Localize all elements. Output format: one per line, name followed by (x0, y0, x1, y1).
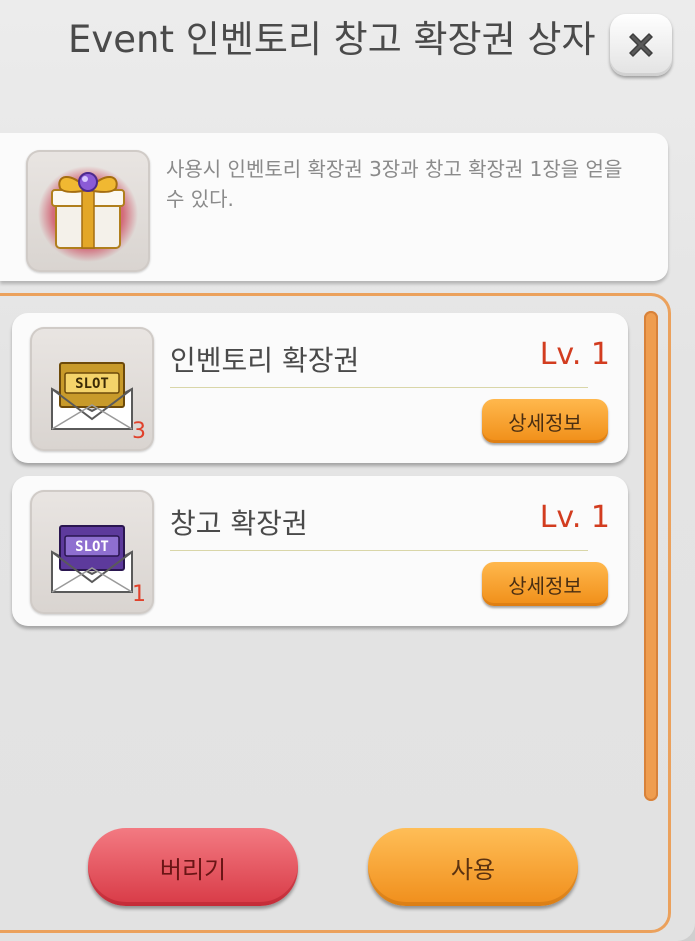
reward-level: Lv. 1 (539, 337, 610, 372)
dialog-title: Event 인벤토리 창고 확장권 상자 (68, 18, 596, 61)
reward-level: Lv. 1 (539, 500, 610, 535)
gift-box-icon (38, 166, 138, 262)
reward-card: SLOT 1 창고 확장권 Lv. 1 상세정보 (12, 476, 628, 626)
list-scrollbar[interactable] (644, 311, 658, 801)
close-x-icon (629, 33, 653, 57)
detail-info-button[interactable]: 상세정보 (482, 399, 608, 443)
divider (170, 550, 588, 551)
detail-info-button[interactable]: 상세정보 (482, 562, 608, 606)
use-button[interactable]: 사용 (368, 828, 578, 906)
reward-count: 3 (132, 419, 146, 444)
reward-name: 창고 확장권 (170, 507, 308, 540)
item-use-dialog: Event 인벤토리 창고 확장권 상자 사용시 인벤토리 확장권 3장과 창고… (0, 0, 695, 941)
svg-text:SLOT: SLOT (75, 539, 109, 555)
divider (170, 387, 588, 388)
reward-name: 인벤토리 확장권 (170, 344, 360, 377)
reward-count: 1 (132, 582, 146, 607)
item-icon-slot (26, 150, 150, 272)
close-button[interactable] (610, 14, 672, 76)
svg-text:SLOT: SLOT (75, 376, 109, 392)
reward-card: SLOT 3 인벤토리 확장권 Lv. 1 상세정보 (12, 313, 628, 463)
item-description: 사용시 인벤토리 확장권 3장과 창고 확장권 1장을 얻을 수 있다. (166, 157, 623, 211)
discard-button[interactable]: 버리기 (88, 828, 298, 906)
